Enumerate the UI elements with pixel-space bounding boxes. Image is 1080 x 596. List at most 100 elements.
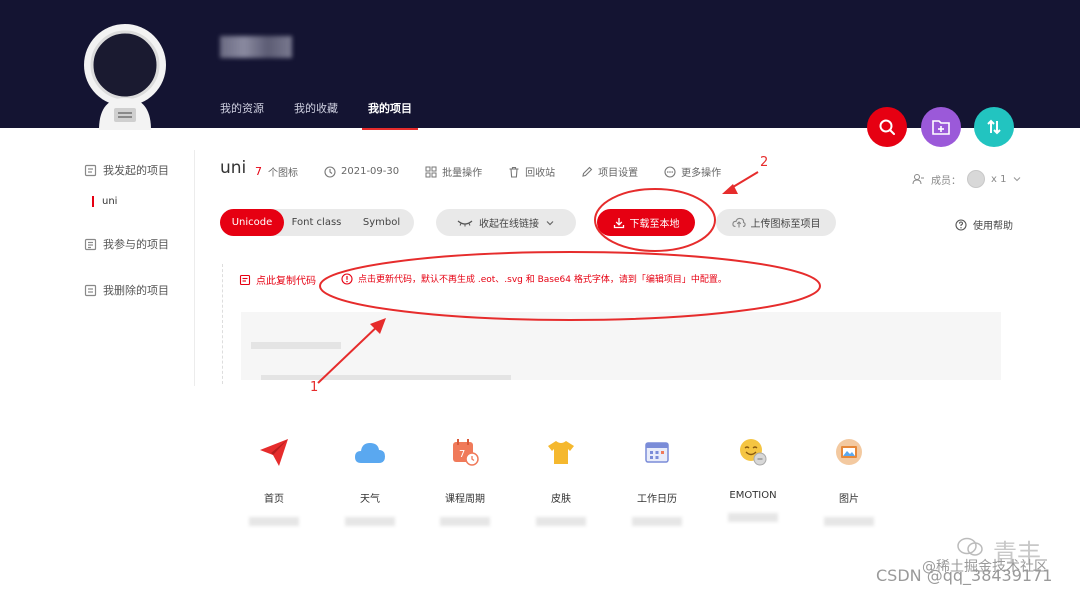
icon-code-blurred <box>440 517 490 526</box>
project-date-text: 2021-09-30 <box>341 166 400 177</box>
project-meta: 7 个图标 2021-09-30 批量操作 回收站 项目设置 更多操作 <box>255 164 721 179</box>
emoji-icon <box>740 439 767 466</box>
members-count: x 1 <box>991 173 1007 185</box>
tab-unicode[interactable]: Unicode <box>220 209 284 236</box>
icon-card-skin[interactable]: 皮肤 <box>521 436 601 526</box>
recycle-bin-label: 回收站 <box>525 168 556 179</box>
document-icon <box>84 164 97 176</box>
sidebar-item-label: 我删除的项目 <box>103 284 169 297</box>
sort-arrows-icon <box>987 119 1001 135</box>
icon-card-emotion[interactable]: EMOTION <box>713 436 793 522</box>
pencil-icon <box>582 166 593 177</box>
calendar-clock-icon: 7 <box>453 439 479 466</box>
add-folder-button[interactable] <box>921 107 961 147</box>
search-button[interactable] <box>867 107 907 147</box>
upload-icon-button[interactable]: 上传图标至项目 <box>716 209 836 236</box>
help-label: 使用帮助 <box>973 221 1013 232</box>
batch-operation-button[interactable]: 批量操作 <box>425 164 482 179</box>
icon-code-blurred <box>345 517 395 526</box>
code-block-blurred[interactable] <box>241 312 1001 380</box>
project-settings-button[interactable]: 项目设置 <box>581 164 638 179</box>
project-settings-label: 项目设置 <box>598 168 639 179</box>
trash-list-icon <box>84 284 97 296</box>
icon-name: 首页 <box>264 494 284 505</box>
username-blurred <box>220 36 292 58</box>
update-code-link[interactable]: 点击更新代码，默认不再生成 .eot、.svg 和 Base64 格式字体，请到… <box>341 272 727 285</box>
picture-icon <box>836 439 862 465</box>
icon-name: 工作日历 <box>637 494 677 505</box>
icon-code-blurred <box>249 517 299 526</box>
copy-code-link[interactable]: 点此复制代码 <box>239 272 316 287</box>
icon-name: EMOTION <box>729 490 777 501</box>
download-local-label: 下载至本地 <box>629 219 680 230</box>
download-local-button[interactable]: 下载至本地 <box>597 209 695 236</box>
annotation-label-2: 2 <box>760 155 769 170</box>
sidebar-item-label: 我参与的项目 <box>103 238 169 251</box>
watermark-csdn: CSDN @qq_38439171 <box>876 566 1053 585</box>
help-link[interactable]: 使用帮助 <box>955 217 1013 232</box>
clock-icon <box>324 165 336 178</box>
alert-circle-icon <box>341 272 353 285</box>
icon-code-blurred <box>728 513 778 522</box>
sidebar-project-uni[interactable]: uni <box>92 196 117 207</box>
upload-icon-label: 上传图标至项目 <box>750 219 821 230</box>
icon-card-work-calendar[interactable]: 工作日历 <box>617 436 697 526</box>
eye-closed-icon <box>457 220 473 226</box>
project-date: 2021-09-30 <box>324 165 400 178</box>
copy-doc-icon <box>239 274 251 285</box>
header-bar: 我的资源 我的收藏 我的项目 <box>0 0 1080 130</box>
more-operations-label: 更多操作 <box>681 168 722 179</box>
astronaut-avatar[interactable] <box>82 22 168 130</box>
project-icon <box>84 238 97 250</box>
icon-name: 图片 <box>839 494 859 505</box>
sidebar-item-deleted[interactable]: 我删除的项目 <box>84 282 169 298</box>
project-title: uni <box>220 158 247 178</box>
code-line <box>251 342 341 349</box>
recycle-bin-button[interactable]: 回收站 <box>508 164 555 179</box>
members-label: 成员： <box>931 175 961 187</box>
collapse-online-link-button[interactable]: 收起在线链接 <box>436 209 576 236</box>
update-code-text: 点击更新代码，默认不再生成 .eot、.svg 和 Base64 格式字体，请到… <box>358 275 727 285</box>
icon-card-home[interactable]: 首页 <box>234 436 314 526</box>
icon-card-weather[interactable]: 天气 <box>330 436 410 526</box>
icon-count-unit: 个图标 <box>268 168 298 179</box>
chevron-down-icon <box>546 220 554 225</box>
icon-card-picture[interactable]: 图片 <box>809 436 889 526</box>
nav-my-projects[interactable]: 我的项目 <box>362 100 418 130</box>
tshirt-icon <box>548 441 574 464</box>
code-notice-area: 点此复制代码 点击更新代码，默认不再生成 .eot、.svg 和 Base64 … <box>222 264 1002 384</box>
members-icon <box>912 174 924 185</box>
help-icon <box>955 218 967 231</box>
annotation-arrowhead-2 <box>722 184 738 194</box>
member-avatar <box>967 170 985 188</box>
tab-font-class[interactable]: Font class <box>284 209 349 236</box>
chevron-down-icon <box>1014 177 1021 182</box>
more-operations-button[interactable]: 更多操作 <box>664 164 721 179</box>
cloud-upload-icon <box>731 217 746 228</box>
icon-card-course-cycle[interactable]: 7 课程周期 <box>425 436 505 526</box>
tab-symbol[interactable]: Symbol <box>349 209 414 236</box>
icon-count: 7 <box>255 165 262 178</box>
icon-code-blurred <box>824 517 874 526</box>
sort-button[interactable] <box>974 107 1014 147</box>
collapse-online-link-label: 收起在线链接 <box>479 219 539 230</box>
icon-name: 皮肤 <box>551 494 571 505</box>
sidebar-item-joined[interactable]: 我参与的项目 <box>84 236 169 252</box>
code-line <box>261 375 511 380</box>
icon-code-blurred <box>536 517 586 526</box>
members-selector[interactable]: 成员： x 1 <box>912 170 1022 188</box>
annotation-label-1: 1 <box>310 380 319 395</box>
sidebar: 我发起的项目 uni 我参与的项目 我删除的项目 <box>80 150 195 386</box>
format-segmented-control: Unicode Font class Symbol <box>220 209 414 236</box>
annotation-arrow-2 <box>727 171 759 191</box>
sidebar-item-label: 我发起的项目 <box>103 164 169 177</box>
download-icon <box>613 217 624 228</box>
nav-my-resources[interactable]: 我的资源 <box>220 100 264 126</box>
work-calendar-icon <box>645 442 669 463</box>
grid-icon <box>425 166 437 177</box>
header-nav: 我的资源 我的收藏 我的项目 <box>220 100 418 130</box>
nav-my-favorites[interactable]: 我的收藏 <box>294 100 338 126</box>
icon-code-blurred <box>632 517 682 526</box>
sidebar-item-initiated[interactable]: 我发起的项目 <box>84 162 169 178</box>
copy-code-label: 点此复制代码 <box>256 276 316 287</box>
